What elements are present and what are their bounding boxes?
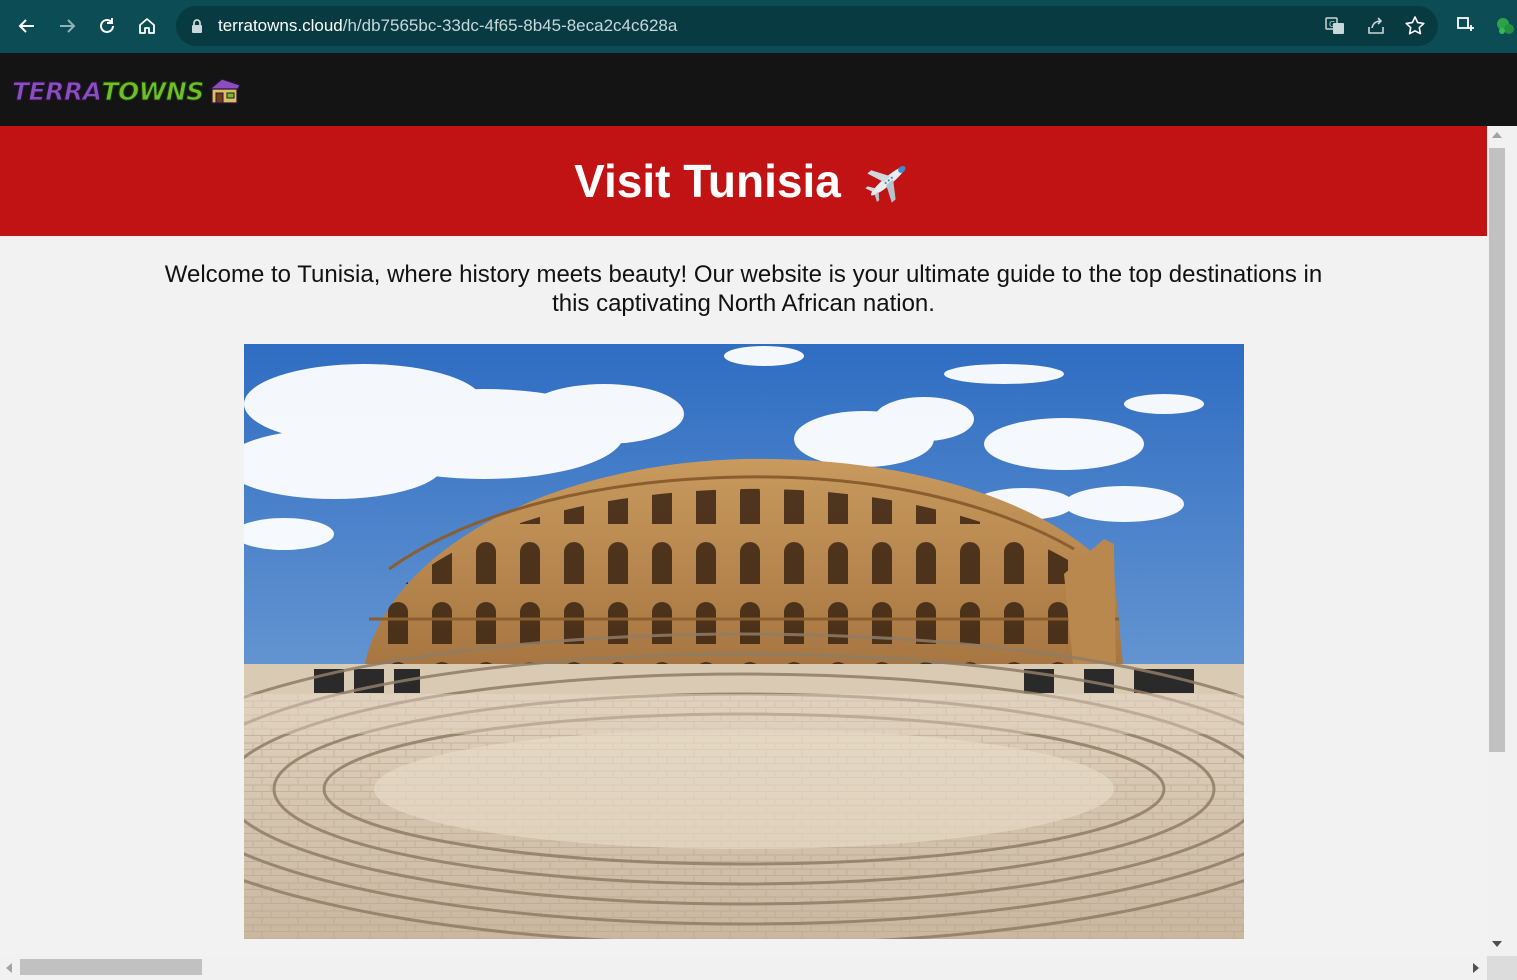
page-viewport: Visit Tunisia Welcome to Tunisia, where … [0,126,1487,956]
translate-icon: G [1325,17,1344,34]
url-text: terratowns.cloud/h/db7565bc-33dc-4f65-8b… [218,16,678,35]
share-icon [1368,17,1384,34]
bookmark-button[interactable] [1404,15,1426,37]
scrollbar-corner [1487,956,1517,980]
el-jem-amphitheater-photo [244,344,1244,939]
star-icon [1405,16,1425,35]
amphitheater-illustration [244,344,1244,939]
airplane-icon [865,165,906,203]
svg-text:G: G [1329,20,1335,29]
share-button[interactable] [1365,15,1387,37]
extension-icon [1497,18,1514,34]
page-title-text: Visit Tunisia [574,155,841,207]
scroll-up-icon[interactable] [1492,132,1502,138]
forward-icon [60,19,76,33]
back-button[interactable] [9,8,45,44]
horizontal-scroll-thumb[interactable] [20,959,202,975]
home-icon [139,18,155,34]
house-icon [208,78,241,104]
terratowns-logo[interactable]: Terra Towns [11,73,243,109]
logo-text-terra: Terra [11,76,102,106]
horizontal-scrollbar[interactable] [0,956,1487,980]
screen-capture-button[interactable] [1455,15,1477,37]
vertical-scrollbar[interactable] [1487,126,1517,956]
lock-icon [192,19,202,33]
reload-icon [100,18,114,33]
browser-toolbar: terratowns.cloud/h/db7565bc-33dc-4f65-8b… [0,0,1517,53]
vertical-scroll-thumb[interactable] [1489,148,1505,752]
translate-button[interactable]: G [1324,15,1346,37]
site-navbar: Terra Towns [0,53,1517,126]
capture-icon [1457,17,1474,31]
scroll-right-icon[interactable] [1473,963,1479,973]
logo-text-towns: Towns [101,76,205,106]
address-bar[interactable]: terratowns.cloud/h/db7565bc-33dc-4f65-8b… [176,6,1438,46]
scroll-down-icon[interactable] [1492,941,1502,947]
extension-button[interactable] [1494,15,1516,37]
forward-button[interactable] [49,8,85,44]
intro-paragraph: Welcome to Tunisia, where history meets … [164,261,1323,317]
reload-button[interactable] [89,8,125,44]
hero-banner: Visit Tunisia [0,126,1487,236]
home-button[interactable] [129,8,165,44]
page-title: Visit Tunisia [574,154,913,208]
scroll-left-icon[interactable] [6,963,12,973]
back-icon [18,19,34,33]
